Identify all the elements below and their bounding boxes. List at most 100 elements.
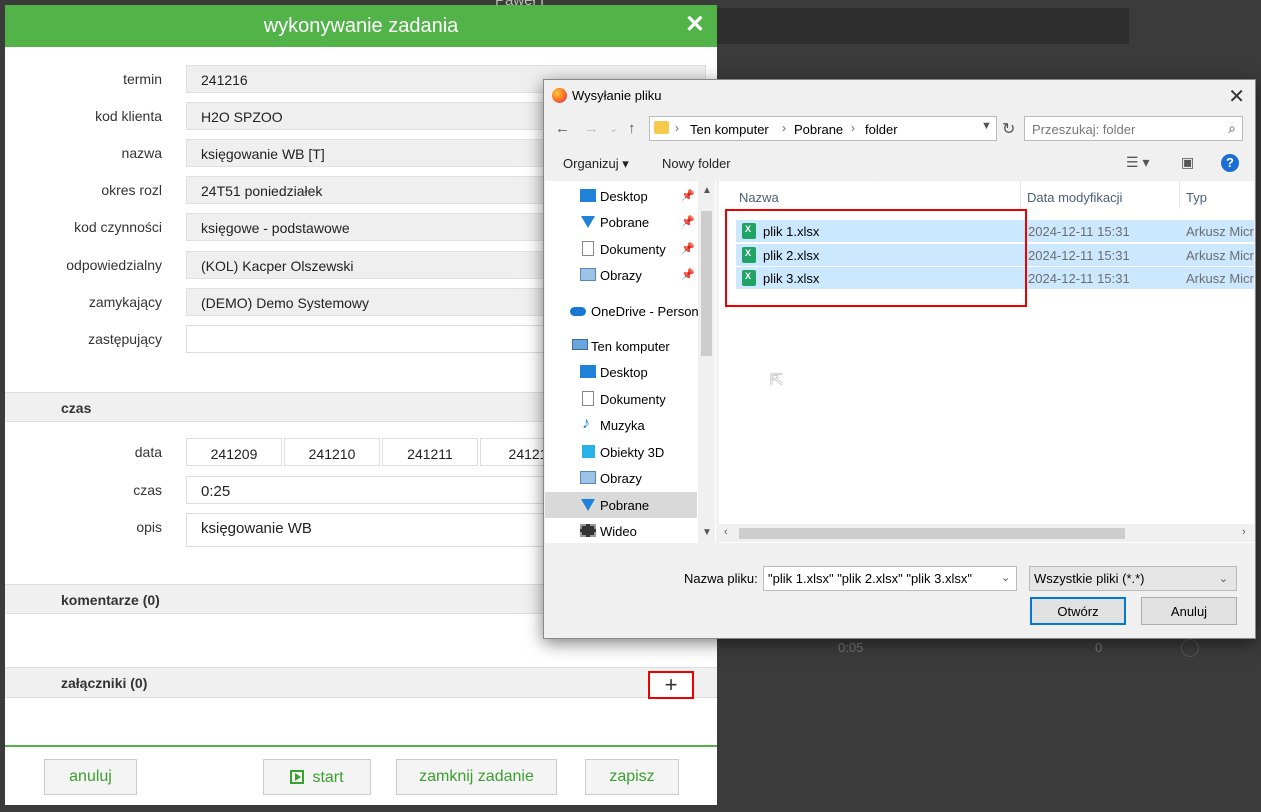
scrollbar-thumb[interactable] bbox=[739, 528, 1125, 539]
cancel-button[interactable]: anuluj bbox=[44, 759, 137, 795]
tree-label: Desktop bbox=[600, 189, 648, 204]
modal-title: wykonywanie zadania bbox=[263, 15, 459, 37]
tree-item-obrazy[interactable]: Obrazy 📌 bbox=[545, 262, 697, 288]
file-name: plik 1.xlsx bbox=[763, 224, 820, 239]
start-button[interactable]: start bbox=[263, 759, 371, 795]
preview-pane-icon[interactable]: ▣ bbox=[1181, 154, 1194, 171]
file-type: Arkusz Microsoft Excel bbox=[1186, 271, 1254, 286]
open-button[interactable]: Otwórz bbox=[1030, 597, 1126, 625]
firefox-icon bbox=[552, 88, 567, 103]
download-icon bbox=[581, 499, 595, 511]
field-label: data bbox=[134, 444, 162, 460]
scroll-right-icon[interactable]: › bbox=[1242, 526, 1246, 538]
excel-file-icon bbox=[742, 270, 756, 286]
chevron-down-icon[interactable]: ⌄ bbox=[1001, 571, 1010, 584]
tree-item-obrazy[interactable]: Obrazy bbox=[545, 465, 697, 491]
breadcrumb-item[interactable]: folder bbox=[865, 122, 898, 137]
tree-label: Wideo bbox=[600, 524, 637, 539]
computer-icon bbox=[572, 339, 588, 350]
save-button[interactable]: zapisz bbox=[585, 759, 679, 795]
close-icon[interactable]: ✕ bbox=[685, 13, 705, 37]
up-icon[interactable]: ↑ bbox=[628, 120, 636, 137]
folder-icon bbox=[654, 121, 669, 134]
file-name: plik 2.xlsx bbox=[763, 248, 820, 263]
pin-icon: 📌 bbox=[681, 243, 695, 255]
view-options-icon[interactable]: ☰ ▾ bbox=[1126, 154, 1149, 171]
field-label: opis bbox=[136, 519, 162, 535]
file-row[interactable]: plik 1.xlsx 2024-12-11 15:31 Arkusz Micr… bbox=[736, 220, 1254, 242]
tree-item-desktop[interactable]: Desktop 📌 bbox=[545, 183, 697, 209]
file-date: 2024-12-11 15:31 bbox=[1028, 224, 1130, 239]
field-label: czas bbox=[133, 482, 162, 498]
help-icon[interactable]: ? bbox=[1221, 154, 1239, 172]
sort-indicator-icon: ⌃ bbox=[873, 181, 882, 189]
file-row[interactable]: plik 2.xlsx 2024-12-11 15:31 Arkusz Micr… bbox=[736, 244, 1254, 266]
file-list: ⌃ Nazwa Data modyfikacji Typ plik 1.xlsx… bbox=[719, 181, 1254, 543]
tree-label: Dokumenty bbox=[600, 242, 666, 257]
date-box[interactable]: 241210 bbox=[284, 438, 380, 466]
column-header-type[interactable]: Typ bbox=[1186, 190, 1207, 205]
scrollbar-thumb[interactable] bbox=[701, 211, 712, 356]
dialog-title: Wysyłanie pliku bbox=[572, 88, 662, 103]
scroll-left-icon[interactable]: ‹ bbox=[724, 526, 728, 538]
section-title: czas bbox=[61, 400, 92, 416]
column-header-name[interactable]: Nazwa bbox=[739, 190, 779, 205]
chevron-right-icon: › bbox=[851, 121, 855, 135]
forward-icon[interactable]: → bbox=[584, 120, 599, 137]
close-icon[interactable]: ✕ bbox=[1228, 84, 1245, 109]
play-icon bbox=[290, 770, 305, 784]
tree-item-onedrive[interactable]: OneDrive - Person bbox=[545, 298, 699, 324]
tree-item-wideo[interactable]: Wideo bbox=[545, 518, 697, 544]
background-row-time: 0:05 bbox=[838, 640, 864, 655]
new-folder-button[interactable]: Nowy folder bbox=[662, 156, 731, 171]
tree-label: Pobrane bbox=[600, 498, 650, 513]
address-bar[interactable]: › Ten komputer › Pobrane › folder ▼ bbox=[649, 116, 997, 141]
column-divider[interactable] bbox=[1020, 181, 1021, 209]
section-title: załączniki (0) bbox=[61, 675, 148, 691]
filename-input[interactable]: "plik 1.xlsx" "plik 2.xlsx" "plik 3.xlsx… bbox=[763, 566, 1017, 591]
desktop-icon bbox=[580, 189, 596, 202]
file-upload-dialog: Wysyłanie pliku ✕ ← → ⌄ ↑ › Ten komputer… bbox=[543, 79, 1256, 639]
tree-label: Obrazy bbox=[600, 268, 642, 283]
download-icon bbox=[581, 216, 595, 228]
section-title[interactable]: komentarze (0) bbox=[61, 592, 160, 608]
date-box[interactable]: 241211 bbox=[382, 438, 478, 466]
navigation-pane: Desktop 📌 Pobrane 📌 Dokumenty 📌 Obrazy 📌… bbox=[545, 181, 716, 543]
tree-item-ten-komputer[interactable]: Ten komputer bbox=[545, 333, 697, 359]
tree-item-pobrane-selected[interactable]: Pobrane bbox=[545, 492, 697, 518]
tree-label: OneDrive - Person bbox=[591, 304, 699, 319]
horizontal-scrollbar[interactable]: ‹ › bbox=[719, 524, 1254, 542]
chevron-down-icon[interactable]: ▼ bbox=[981, 120, 992, 132]
search-input[interactable]: Przeszukaj: folder ⌕ bbox=[1024, 116, 1243, 141]
file-name: plik 3.xlsx bbox=[763, 271, 820, 286]
tree-scrollbar[interactable]: ▲ ▼ bbox=[698, 181, 715, 543]
refresh-icon[interactable]: ↻ bbox=[1002, 119, 1015, 139]
add-attachment-button[interactable]: + bbox=[648, 671, 694, 699]
tree-item-muzyka[interactable]: ♪ Muzyka bbox=[545, 412, 697, 438]
filetype-select[interactable]: Wszystkie pliki (*.*) ⌄ bbox=[1029, 566, 1237, 591]
column-header-date[interactable]: Data modyfikacji bbox=[1027, 190, 1122, 205]
dialog-cancel-button[interactable]: Anuluj bbox=[1141, 597, 1237, 625]
excel-file-icon bbox=[742, 223, 756, 239]
tree-item-desktop[interactable]: Desktop bbox=[545, 359, 697, 385]
close-task-button[interactable]: zamknij zadanie bbox=[396, 759, 557, 795]
chevron-down-icon[interactable]: ⌄ bbox=[609, 122, 618, 135]
tree-item-dokumenty[interactable]: Dokumenty 📌 bbox=[545, 236, 697, 262]
breadcrumb-item[interactable]: Ten komputer bbox=[690, 122, 769, 137]
tree-item-obiekty-3d[interactable]: Obiekty 3D bbox=[545, 439, 697, 465]
start-label: start bbox=[312, 769, 344, 786]
scroll-down-icon[interactable]: ▼ bbox=[702, 527, 712, 538]
organize-menu[interactable]: Organizuj ▾ bbox=[563, 156, 629, 172]
date-box[interactable]: 241209 bbox=[186, 438, 282, 466]
search-placeholder: Przeszukaj: folder bbox=[1032, 122, 1136, 137]
tree-item-dokumenty[interactable]: Dokumenty bbox=[545, 386, 697, 412]
breadcrumb-item[interactable]: Pobrane bbox=[794, 122, 843, 137]
tree-label: Dokumenty bbox=[600, 392, 666, 407]
file-row[interactable]: plik 3.xlsx 2024-12-11 15:31 Arkusz Micr… bbox=[736, 267, 1254, 289]
tree-item-pobrane[interactable]: Pobrane 📌 bbox=[545, 209, 697, 235]
scroll-up-icon[interactable]: ▲ bbox=[702, 185, 712, 196]
tree-label: Obrazy bbox=[600, 471, 642, 486]
column-divider[interactable] bbox=[1179, 181, 1180, 209]
onedrive-icon bbox=[570, 307, 586, 316]
back-icon[interactable]: ← bbox=[555, 120, 570, 137]
